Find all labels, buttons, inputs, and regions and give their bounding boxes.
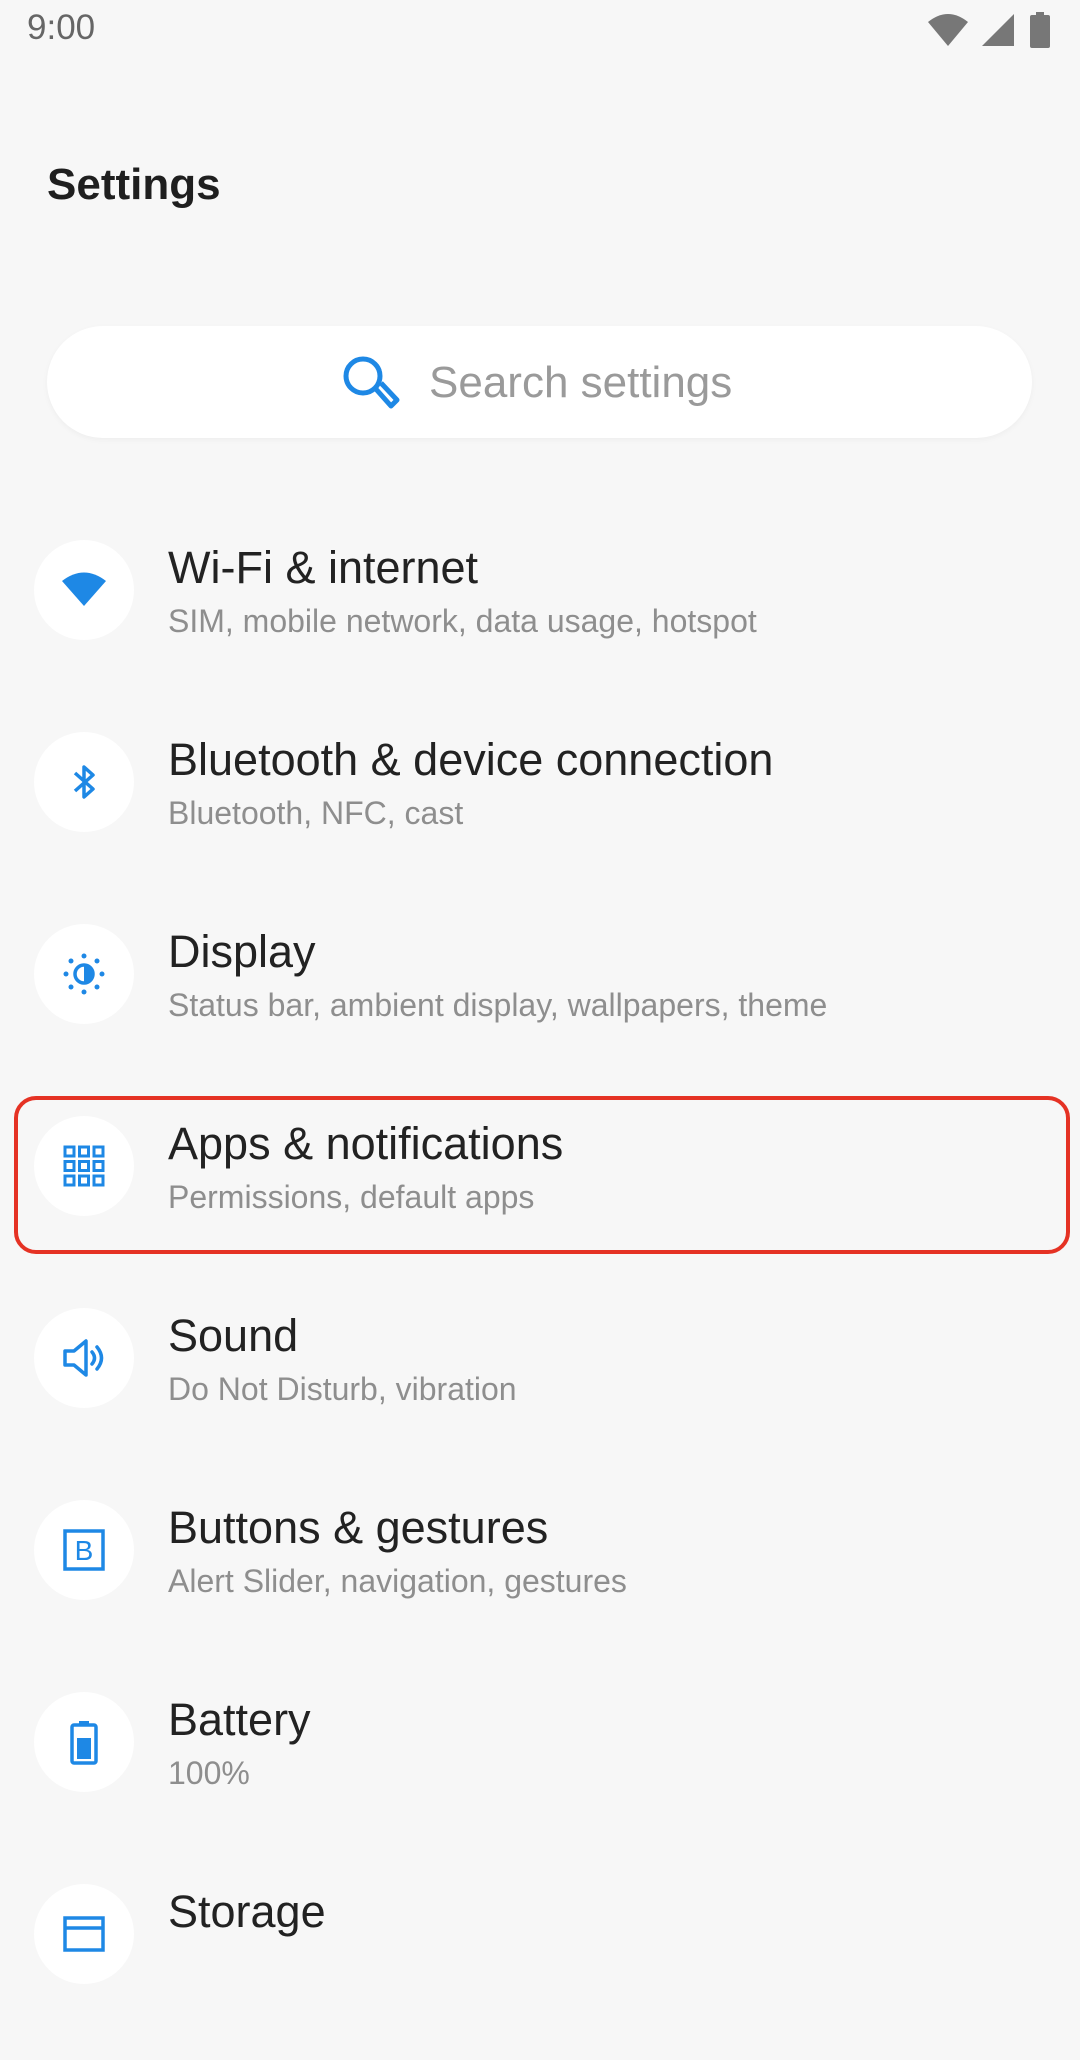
- item-subtitle: SIM, mobile network, data usage, hotspot: [168, 603, 757, 639]
- item-subtitle: Status bar, ambient display, wallpapers,…: [168, 987, 828, 1023]
- svg-text:B: B: [75, 1535, 94, 1566]
- settings-item-sound[interactable]: Sound Do Not Disturb, vibration: [0, 1292, 1080, 1484]
- item-title: Battery: [168, 1694, 311, 1745]
- status-bar: 9:00: [0, 0, 1080, 64]
- settings-item-bluetooth[interactable]: Bluetooth & device connection Bluetooth,…: [0, 716, 1080, 908]
- brightness-icon: [34, 924, 134, 1024]
- battery-icon: [1030, 12, 1050, 48]
- item-title: Buttons & gestures: [168, 1502, 549, 1553]
- page-title: Settings: [47, 160, 221, 209]
- item-subtitle: Permissions, default apps: [168, 1179, 535, 1215]
- settings-item-wifi[interactable]: Wi-Fi & internet SIM, mobile network, da…: [0, 524, 1080, 716]
- volume-icon: [34, 1308, 134, 1408]
- status-time: 9:00: [27, 8, 96, 47]
- item-title: Storage: [168, 1886, 326, 1937]
- item-title: Display: [168, 926, 316, 977]
- search-placeholder: Search settings: [429, 358, 733, 407]
- status-icons: [928, 12, 1050, 48]
- search-bar[interactable]: Search settings: [47, 326, 1032, 438]
- item-subtitle: 100%: [168, 1755, 250, 1791]
- storage-icon: [34, 1884, 134, 1984]
- cell-signal-icon: [982, 14, 1014, 46]
- settings-item-buttons[interactable]: B Buttons & gestures Alert Slider, navig…: [0, 1484, 1080, 1676]
- apps-grid-icon: [34, 1116, 134, 1216]
- settings-item-apps[interactable]: Apps & notifications Permissions, defaul…: [0, 1096, 1080, 1292]
- bluetooth-icon: [34, 732, 134, 832]
- settings-item-battery[interactable]: Battery 100%: [0, 1676, 1080, 1868]
- battery-icon: [34, 1692, 134, 1792]
- wifi-icon: [928, 14, 968, 46]
- item-subtitle: Do Not Disturb, vibration: [168, 1371, 517, 1407]
- item-title: Apps & notifications: [168, 1118, 564, 1169]
- settings-list: Wi-Fi & internet SIM, mobile network, da…: [0, 524, 1080, 2060]
- wifi-icon: [34, 540, 134, 640]
- item-subtitle: Alert Slider, navigation, gestures: [168, 1563, 627, 1599]
- search-icon: [343, 356, 400, 409]
- settings-item-display[interactable]: Display Status bar, ambient display, wal…: [0, 908, 1080, 1100]
- settings-item-storage[interactable]: Storage: [0, 1868, 1080, 2060]
- item-title: Bluetooth & device connection: [168, 734, 774, 785]
- item-title: Sound: [168, 1310, 299, 1361]
- item-subtitle: Bluetooth, NFC, cast: [168, 795, 464, 831]
- buttons-icon: B: [34, 1500, 134, 1600]
- item-title: Wi-Fi & internet: [168, 542, 479, 593]
